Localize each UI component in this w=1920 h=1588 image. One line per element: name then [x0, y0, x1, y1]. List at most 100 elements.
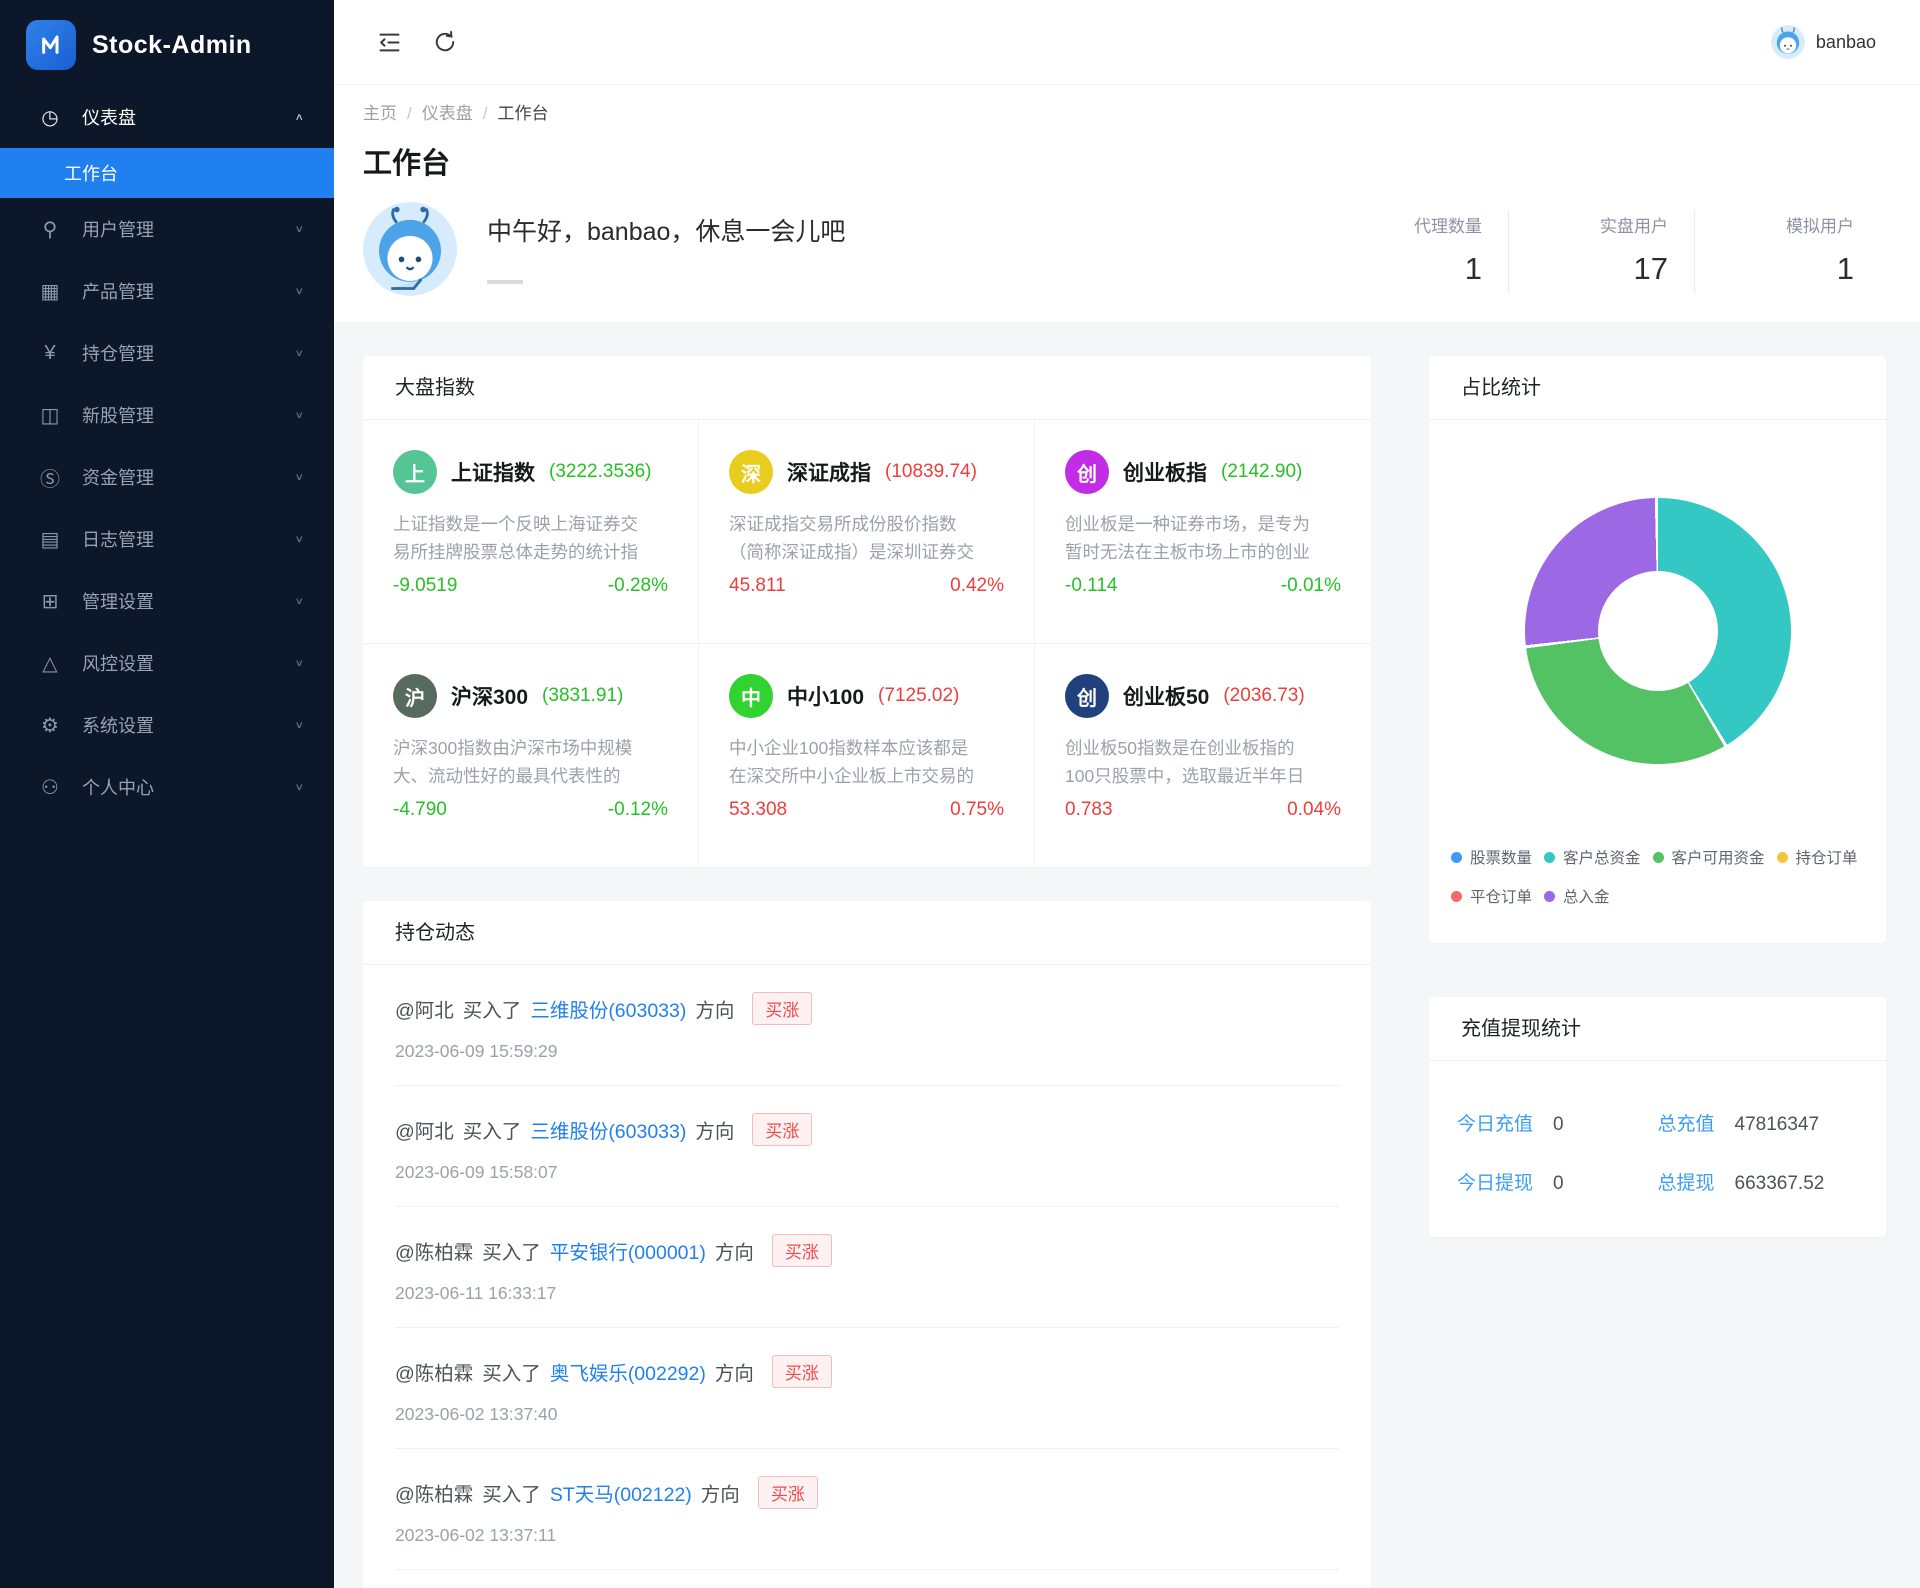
position-user: @陈柏霖 — [395, 1357, 473, 1386]
stat-demo-users: 模拟用户 1 — [1694, 210, 1880, 293]
sidebar-menu: ◷ 仪表盘 ∧ 工作台 ⚲ 用户管理 ∨ ▦ 产品管理 ∨ ¥ 持仓管理 ∨ — [0, 86, 334, 818]
sidebar-item-product-management[interactable]: ▦ 产品管理 ∨ — [0, 260, 334, 322]
position-item: @陈柏霖 买入了 平安银行(000001) 方向 买涨 2023-06-11 1… — [395, 1207, 1339, 1328]
gear-icon: ⚙ — [36, 713, 64, 738]
app-logo-icon — [26, 20, 76, 70]
position-time: 2023-06-09 15:58:07 — [395, 1162, 1339, 1183]
position-item: @阿北 买入了 三维股份(603033) 方向 买涨 2023-06-09 15… — [395, 965, 1339, 1086]
stock-link[interactable]: 平安银行(000001) — [550, 1236, 706, 1265]
buy-rise-badge: 买涨 — [772, 1355, 832, 1388]
page-header: 主页/仪表盘/工作台 工作台 — [334, 84, 1920, 322]
index-badge-icon: 上 — [393, 450, 437, 494]
total-withdraw-value: 663367.52 — [1735, 1173, 1825, 1195]
breadcrumb-home[interactable]: 主页 — [363, 104, 397, 123]
legend-item-stock-count[interactable]: 股票数量 — [1451, 846, 1532, 868]
recharge-withdraw-panel: 充值提现统计 今日充值 0 总充值 47816347 今日提现 0 — [1429, 997, 1886, 1237]
ratio-stats-panel: 占比统计 股票数量 客户总资金 — [1429, 356, 1886, 943]
panel-title-recharge: 充值提现统计 — [1429, 997, 1886, 1061]
position-time: 2023-06-02 13:37:11 — [395, 1525, 1339, 1546]
app-title: Stock-Admin — [92, 31, 252, 60]
index-change: 45.811 — [729, 575, 786, 597]
sidebar-item-profile-center[interactable]: ⚇ 个人中心 ∨ — [0, 756, 334, 818]
position-action: 买入了 — [463, 1115, 522, 1144]
sidebar-item-risk-settings[interactable]: △ 风控设置 ∨ — [0, 632, 334, 694]
sidebar-item-admin-settings[interactable]: ⊞ 管理设置 ∨ — [0, 570, 334, 632]
index-card-chinext50: 创 创业板50 (2036.73) 创业板50指数是在创业板指的100只股票中，… — [1035, 644, 1371, 867]
sidebar-item-dashboard[interactable]: ◷ 仪表盘 ∧ — [0, 86, 334, 148]
legend-dot — [1544, 891, 1555, 902]
sidebar-item-user-management[interactable]: ⚲ 用户管理 ∨ — [0, 198, 334, 260]
position-user: @阿北 — [395, 994, 454, 1023]
greeting-section: 中午好，banbao，休息一会儿吧 代理数量 1 实盘用户 17 模拟用户 1 — [363, 202, 1880, 296]
app-root: Stock-Admin ◷ 仪表盘 ∧ 工作台 ⚲ 用户管理 ∨ ▦ 产品管理 … — [0, 0, 1920, 1588]
legend-item-total-deposit[interactable]: 总入金 — [1544, 885, 1610, 907]
greeting-underline — [487, 280, 523, 284]
sidebar-item-log-management[interactable]: ▤ 日志管理 ∨ — [0, 508, 334, 570]
collapse-sidebar-button[interactable] — [375, 28, 403, 56]
index-card-chinext: 创 创业板指 (2142.90) 创业板是一种证券市场，是专为暂时无法在主板市场… — [1035, 420, 1371, 644]
chevron-up-icon: ∧ — [294, 111, 304, 123]
index-badge-icon: 中 — [729, 674, 773, 718]
page-title: 工作台 — [363, 140, 1880, 182]
avatar — [1771, 25, 1805, 59]
market-indices-panel: 大盘指数 上 上证指数 (3222.3536) 上证指数是一个反映上海证券交易所… — [363, 356, 1371, 867]
today-recharge-label[interactable]: 今日充值 — [1457, 1109, 1533, 1136]
index-percent: 0.75% — [950, 799, 1004, 821]
buy-rise-badge: 买涨 — [752, 992, 812, 1025]
index-badge-icon: 创 — [1065, 674, 1109, 718]
today-withdraw-label[interactable]: 今日提现 — [1457, 1168, 1533, 1195]
refresh-button[interactable] — [431, 28, 459, 56]
index-change: -4.790 — [393, 799, 447, 821]
index-card-csi300: 沪 沪深300 (3831.91) 沪深300指数由沪深市场中规模大、流动性好的… — [363, 644, 699, 867]
chevron-down-icon: ∨ — [294, 471, 304, 483]
breadcrumb: 主页/仪表盘/工作台 — [363, 99, 1880, 124]
stock-link[interactable]: 奥飞娱乐(002292) — [550, 1357, 706, 1386]
donut-chart[interactable] — [1525, 498, 1791, 764]
position-direction-label: 方向 — [715, 1236, 754, 1265]
total-recharge-label[interactable]: 总充值 — [1658, 1109, 1715, 1136]
legend-item-available-funds[interactable]: 客户可用资金 — [1653, 846, 1765, 868]
user-search-icon: ⚲ — [36, 217, 64, 242]
stock-link[interactable]: 三维股份(603033) — [530, 994, 686, 1023]
today-withdraw: 今日提现 0 — [1457, 1168, 1658, 1195]
total-withdraw-label[interactable]: 总提现 — [1658, 1168, 1715, 1195]
app-logo[interactable]: Stock-Admin — [0, 0, 334, 86]
stock-link[interactable]: ST天马(002122) — [550, 1478, 692, 1507]
position-direction-label: 方向 — [695, 994, 734, 1023]
index-badge-icon: 沪 — [393, 674, 437, 718]
stat-real-users: 实盘用户 17 — [1508, 210, 1694, 293]
legend-item-open-orders[interactable]: 持仓订单 — [1777, 846, 1858, 868]
stat-agent-count: 代理数量 1 — [1322, 210, 1508, 293]
breadcrumb-workbench: 工作台 — [497, 104, 548, 123]
positions-panel: 持仓动态 @阿北 买入了 三维股份(603033) 方向 买涨 2023-06-… — [363, 901, 1371, 1588]
chevron-down-icon: ∨ — [294, 347, 304, 359]
sidebar-item-system-settings[interactable]: ⚙ 系统设置 ∨ — [0, 694, 334, 756]
chevron-down-icon: ∨ — [294, 285, 304, 297]
sidebar-subitem-workbench[interactable]: 工作台 — [0, 148, 334, 198]
main-area: banbao 主页/仪表盘/工作台 工作台 — [334, 0, 1920, 1588]
position-item: @阿北 买入了 三维股份(603033) 方向 买涨 2023-06-09 15… — [395, 1086, 1339, 1207]
breadcrumb-dashboard[interactable]: 仪表盘 — [422, 104, 473, 123]
stock-link[interactable]: 三维股份(603033) — [530, 1115, 686, 1144]
yen-document-icon: ¥ — [36, 342, 64, 365]
index-card-szse: 深 深证成指 (10839.74) 深证成指交易所成份股价指数（简称深证成指）是… — [699, 420, 1035, 644]
logo-mark-glyph — [35, 29, 67, 61]
position-action: 买入了 — [482, 1236, 541, 1265]
index-card-sme100: 中 中小100 (7125.02) 中小企业100指数样本应该都是在深交所中小企… — [699, 644, 1035, 867]
index-change: 0.783 — [1065, 799, 1113, 821]
sidebar-item-newstock-management[interactable]: ◫ 新股管理 ∨ — [0, 384, 334, 446]
dollar-circle-icon: Ⓢ — [36, 463, 64, 492]
dashboard-icon: ◷ — [36, 105, 64, 130]
position-user: @阿北 — [395, 1115, 454, 1144]
chevron-down-icon: ∨ — [294, 781, 304, 793]
index-change: -0.114 — [1065, 575, 1117, 597]
legend-item-closed-orders[interactable]: 平仓订单 — [1451, 885, 1532, 907]
sidebar-item-position-management[interactable]: ¥ 持仓管理 ∨ — [0, 322, 334, 384]
position-action: 买入了 — [482, 1357, 541, 1386]
content-area: 大盘指数 上 上证指数 (3222.3536) 上证指数是一个反映上海证券交易所… — [334, 322, 1920, 1588]
legend-item-total-funds[interactable]: 客户总资金 — [1544, 846, 1641, 868]
sidebar-item-fund-management[interactable]: Ⓢ 资金管理 ∨ — [0, 446, 334, 508]
warning-triangle-icon: △ — [36, 651, 64, 676]
user-menu[interactable]: banbao — [1771, 25, 1876, 59]
position-item: @陈柏霖 买入了 ST天马(002122) 方向 买涨 2023-06-02 1… — [395, 1449, 1339, 1570]
